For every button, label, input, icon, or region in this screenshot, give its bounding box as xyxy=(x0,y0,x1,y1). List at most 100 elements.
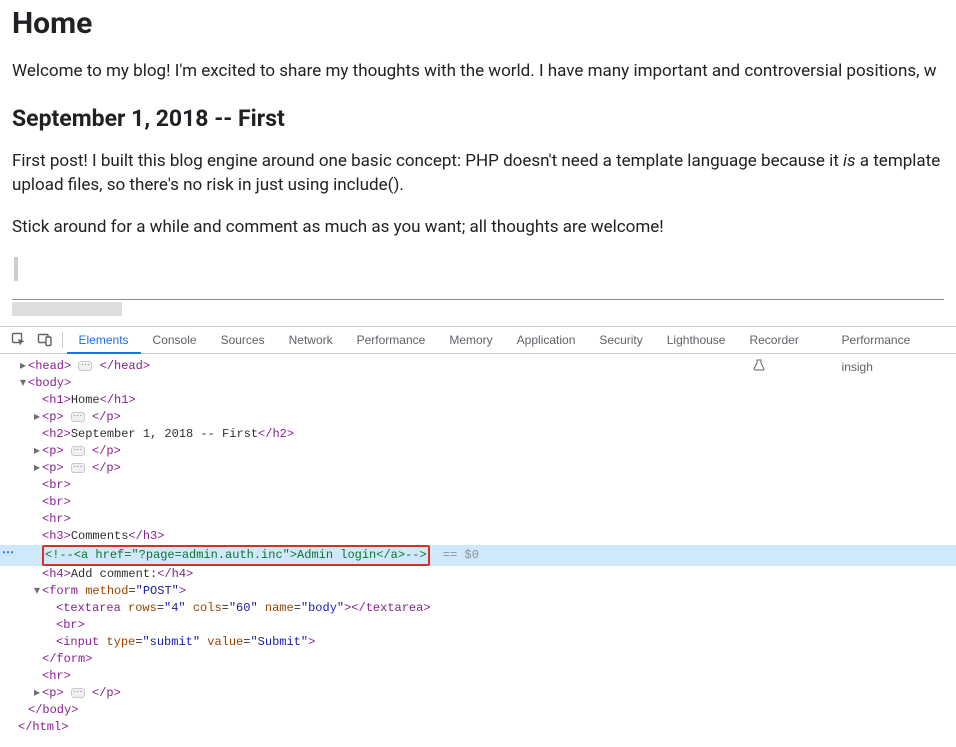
attr-cols: cols xyxy=(193,601,222,615)
post-body-line2: upload files, so there's no risk in just… xyxy=(12,175,404,195)
attr-value: value xyxy=(207,635,243,649)
p-open: <p> xyxy=(42,686,64,700)
tab-memory[interactable]: Memory xyxy=(437,327,504,354)
arrow-icon[interactable] xyxy=(32,685,42,702)
head-close-tag: </head> xyxy=(100,359,150,373)
tree-form-close[interactable]: </form> xyxy=(0,651,956,668)
tree-comment-admin-login[interactable]: <!--<a href="?page=admin.auth.inc">Admin… xyxy=(0,545,956,566)
tree-body-open[interactable]: <body> xyxy=(0,375,956,392)
post-heading-date: September 1, 2018 -- First xyxy=(12,105,944,132)
arrow-icon[interactable] xyxy=(18,375,28,392)
gt: > xyxy=(179,584,186,598)
devtools-tabbar: Elements Console Sources Network Perform… xyxy=(0,327,956,354)
tab-sources[interactable]: Sources xyxy=(209,327,277,354)
h3-open: <h3> xyxy=(42,529,71,543)
attr-rows: rows xyxy=(128,601,157,615)
ellipsis-icon[interactable]: ⋯ xyxy=(71,463,85,473)
h3-close: </h3> xyxy=(128,529,164,543)
device-toolbar-icon[interactable] xyxy=(32,327,58,353)
tree-p2[interactable]: <p> ⋯ </p> xyxy=(0,443,956,460)
form-open: <form xyxy=(42,584,85,598)
tab-perf-insights[interactable]: Performance insigh xyxy=(830,327,956,354)
tree-hr1[interactable]: <hr> xyxy=(0,511,956,528)
tree-head[interactable]: <head> ⋯ </head> xyxy=(0,358,956,375)
tree-html-close[interactable]: </html> xyxy=(0,719,956,736)
html-close-tag: </html> xyxy=(18,720,68,734)
br-tag: <br> xyxy=(42,478,71,492)
tree-input-submit[interactable]: <input type="submit" value="Submit"> xyxy=(0,634,956,651)
h3-text: Comments xyxy=(71,529,129,543)
page-heading-home: Home xyxy=(12,6,944,41)
p-open: <p> xyxy=(42,410,64,424)
arrow-icon[interactable] xyxy=(32,460,42,477)
intro-paragraph: Welcome to my blog! I'm excited to share… xyxy=(12,61,944,81)
tree-textarea[interactable]: <textarea rows="4" cols="60" name="body"… xyxy=(0,600,956,617)
post-body-post: a template xyxy=(856,151,941,171)
tree-h2[interactable]: <h2>September 1, 2018 -- First</h2> xyxy=(0,426,956,443)
devtools-panel: Elements Console Sources Network Perform… xyxy=(0,326,956,741)
head-open-tag: <head> xyxy=(28,359,71,373)
tree-p3[interactable]: <p> ⋯ </p> xyxy=(0,460,956,477)
attr-method-val: "POST" xyxy=(136,584,179,598)
tabbar-sep xyxy=(62,332,63,348)
selected-eq0: == $0 xyxy=(436,548,479,562)
attr-name: name xyxy=(265,601,294,615)
p-close: </p> xyxy=(92,686,121,700)
h4-open: <h4> xyxy=(42,567,71,581)
tab-network[interactable]: Network xyxy=(277,327,345,354)
gt: > xyxy=(308,635,315,649)
h2-close: </h2> xyxy=(258,427,294,441)
attr-value-val: "Submit" xyxy=(250,635,308,649)
arrow-icon[interactable] xyxy=(32,583,42,600)
attr-name-val: "body" xyxy=(301,601,344,615)
tab-performance[interactable]: Performance xyxy=(345,327,438,354)
h4-text: Add comment: xyxy=(71,567,157,581)
ta-open: <textarea xyxy=(56,601,128,615)
input-open: <input xyxy=(56,635,106,649)
cutoff-element xyxy=(12,302,122,316)
arrow-icon[interactable] xyxy=(32,443,42,460)
br-tag: <br> xyxy=(56,618,85,632)
tab-lighthouse[interactable]: Lighthouse xyxy=(655,327,738,354)
tree-body-close[interactable]: </body> xyxy=(0,702,956,719)
post-body-is: is xyxy=(843,151,856,171)
tab-security[interactable]: Security xyxy=(587,327,654,354)
ellipsis-icon[interactable]: ⋯ xyxy=(71,688,85,698)
tree-form-open[interactable]: <form method="POST"> xyxy=(0,583,956,600)
h2-open: <h2> xyxy=(42,427,71,441)
body-close-tag: </body> xyxy=(28,703,78,717)
tree-p4[interactable]: <p> ⋯ </p> xyxy=(0,685,956,702)
comment-open: <!-- xyxy=(45,548,74,562)
tree-h3[interactable]: <h3>Comments</h3> xyxy=(0,528,956,545)
tab-elements[interactable]: Elements xyxy=(67,327,141,354)
tree-br1[interactable]: <br> xyxy=(0,477,956,494)
ellipsis-icon[interactable]: ⋯ xyxy=(71,446,85,456)
post-body-stick: Stick around for a while and comment as … xyxy=(12,216,944,240)
tree-br2[interactable]: <br> xyxy=(0,494,956,511)
tree-p1[interactable]: <p> ⋯ </p> xyxy=(0,409,956,426)
ta-close: </textarea> xyxy=(351,601,430,615)
h1-open: <h1> xyxy=(42,393,71,407)
highlight-box: <!--<a href="?page=admin.auth.inc">Admin… xyxy=(42,545,430,566)
page-body-preview: Home Welcome to my blog! I'm excited to … xyxy=(0,6,956,324)
tab-recorder[interactable]: Recorder xyxy=(737,327,829,354)
tree-h1[interactable]: <h1>Home</h1> xyxy=(0,392,956,409)
tree-h4[interactable]: <h4>Add comment:</h4> xyxy=(0,566,956,583)
arrow-icon[interactable] xyxy=(18,358,28,375)
ellipsis-icon[interactable]: ⋯ xyxy=(71,412,85,422)
elements-tree[interactable]: <head> ⋯ </head> <body> <h1>Home</h1> <p… xyxy=(0,354,956,736)
tree-hr2[interactable]: <hr> xyxy=(0,668,956,685)
ellipsis-icon[interactable]: ⋯ xyxy=(78,361,92,371)
attr-type-val: "submit" xyxy=(142,635,200,649)
hr-tag: <hr> xyxy=(42,669,71,683)
p-close: </p> xyxy=(92,410,121,424)
p-close: </p> xyxy=(92,461,121,475)
arrow-icon[interactable] xyxy=(32,409,42,426)
tab-console[interactable]: Console xyxy=(141,327,209,354)
inspect-element-icon[interactable] xyxy=(6,327,32,353)
post-body-1: First post! I built this blog engine aro… xyxy=(12,150,944,198)
attr-cols-val: "60" xyxy=(229,601,258,615)
tree-br3[interactable]: <br> xyxy=(0,617,956,634)
tab-application[interactable]: Application xyxy=(505,327,588,354)
form-close-tag: </form> xyxy=(42,652,92,666)
